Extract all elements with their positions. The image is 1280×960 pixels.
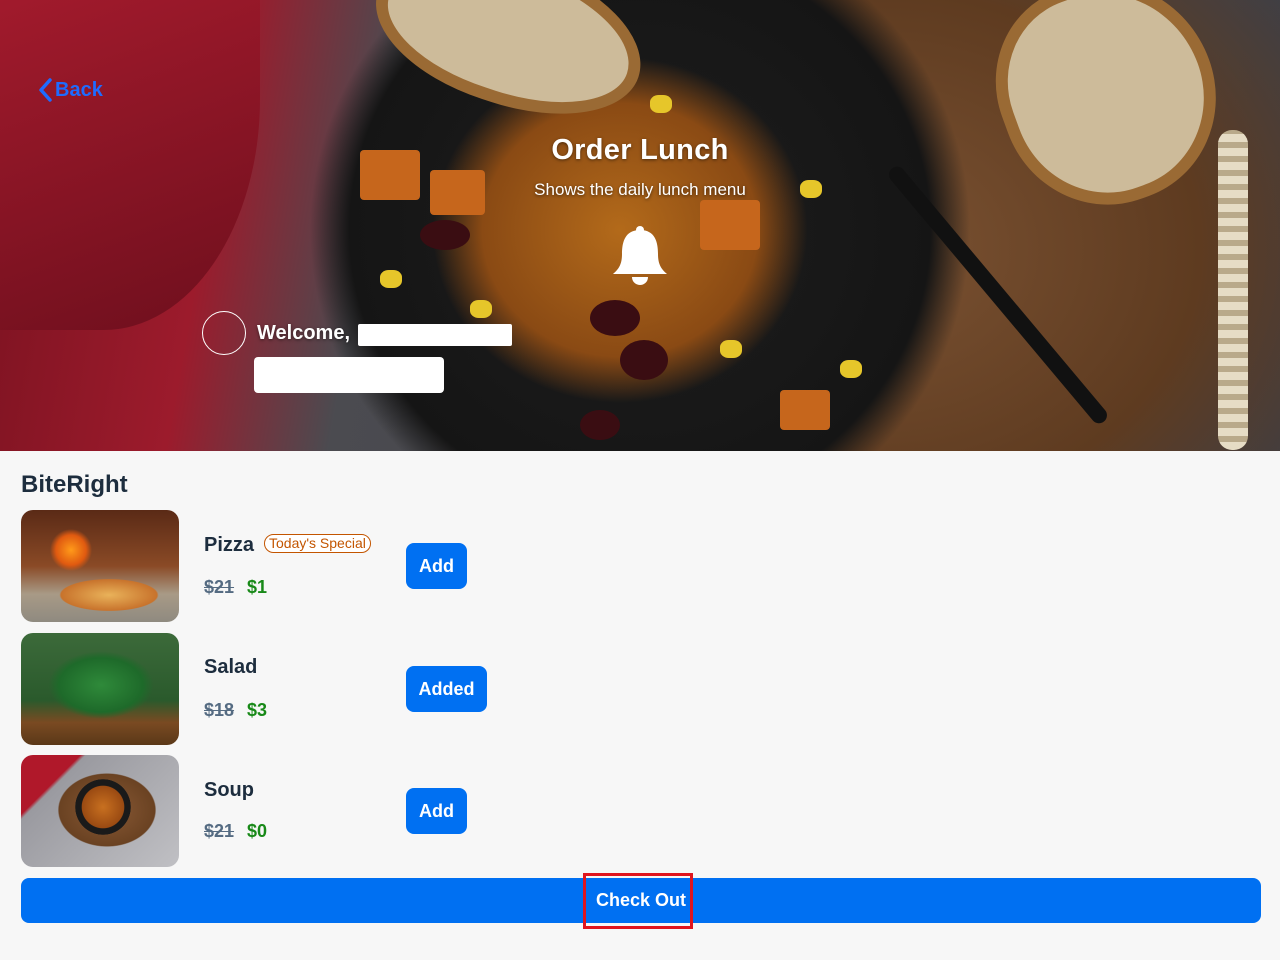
chevron-left-icon xyxy=(39,78,52,102)
checkout-button[interactable]: Check Out xyxy=(21,878,1261,923)
menu-item-soup: Soup $21 $0 Add xyxy=(21,755,621,868)
page-title: Order Lunch xyxy=(551,134,729,166)
added-salad-button[interactable]: Added xyxy=(406,666,487,712)
avatar xyxy=(202,311,246,355)
hero-background-food xyxy=(470,300,492,318)
back-label[interactable]: Back xyxy=(55,79,103,102)
menu-item-pizza: Pizza Today's Special $21 $1 Add xyxy=(21,510,621,623)
hero-banner: Back Order Lunch Shows the daily lunch m… xyxy=(0,0,1280,451)
original-price: $21 xyxy=(204,577,235,597)
item-name: Soup xyxy=(204,779,254,801)
page-subtitle: Shows the daily lunch menu xyxy=(534,180,746,199)
hero-background-food xyxy=(620,340,668,380)
bell-icon[interactable] xyxy=(611,224,669,286)
hero-background-food xyxy=(650,95,672,113)
hero-background-bread xyxy=(356,0,662,143)
discounted-price: $3 xyxy=(247,700,268,720)
hero-background-spoon xyxy=(885,163,1111,427)
hero-background-rope xyxy=(1218,130,1248,450)
add-pizza-button[interactable]: Add xyxy=(406,543,467,589)
back-button[interactable]: Back xyxy=(38,78,103,102)
vendor-name: BiteRight xyxy=(21,471,128,498)
item-name: Pizza xyxy=(204,534,255,556)
discounted-price: $1 xyxy=(247,577,268,597)
original-price: $21 xyxy=(204,821,235,841)
user-name-redacted xyxy=(358,324,512,346)
hero-background-food xyxy=(780,390,830,430)
add-soup-button[interactable]: Add xyxy=(406,788,467,834)
hero-background-food xyxy=(380,270,402,288)
welcome-label: Welcome, xyxy=(257,322,350,344)
item-name: Salad xyxy=(204,656,258,678)
soup-image xyxy=(21,755,179,867)
menu-item-salad: Salad $18 $3 Added xyxy=(21,633,621,746)
hero-background-food xyxy=(720,340,742,358)
hero-background-food xyxy=(420,220,470,250)
pizza-image xyxy=(21,510,179,622)
discounted-price: $0 xyxy=(247,821,268,841)
user-info-redacted xyxy=(254,357,444,393)
original-price: $18 xyxy=(204,700,235,720)
hero-background-food xyxy=(590,300,640,336)
hero-background-food xyxy=(580,410,620,440)
hero-background-food xyxy=(840,360,862,378)
hero-background-food xyxy=(700,200,760,250)
salad-image xyxy=(21,633,179,745)
todays-special-badge: Today's Special xyxy=(264,534,371,553)
